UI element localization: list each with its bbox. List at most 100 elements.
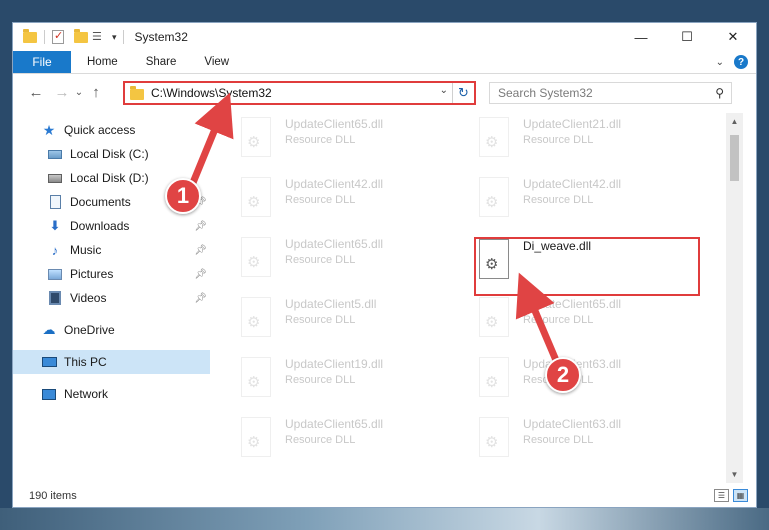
file-type: Resource DLL <box>285 314 356 326</box>
onedrive-icon: ☁ <box>42 322 56 337</box>
maximize-button[interactable]: ☐ <box>664 23 710 51</box>
tab-share[interactable]: Share <box>132 51 191 73</box>
dll-file-icon: ⚙ <box>477 177 511 219</box>
refresh-button[interactable]: ↻ <box>452 83 474 103</box>
vertical-scrollbar[interactable]: ▲ ▼ <box>726 113 743 483</box>
star-icon: ★ <box>42 121 56 138</box>
dll-file-icon: ⚙ <box>477 417 511 459</box>
file-type: Resource DLL <box>523 434 594 446</box>
pictures-icon <box>47 267 63 281</box>
file-item[interactable]: ⚙ UpdateClient5.dll Resource DLL <box>239 297 469 353</box>
scroll-up-icon[interactable]: ▲ <box>726 113 743 130</box>
file-type: Resource DLL <box>285 374 356 386</box>
tab-view[interactable]: View <box>190 51 243 73</box>
tiles-view-icon[interactable]: ▦ <box>733 489 748 502</box>
pin-icon[interactable]: 📌︎ <box>194 293 207 304</box>
music-icon: ♪ <box>51 242 59 258</box>
file-name: UpdateClient19.dll <box>285 357 384 371</box>
toolbar-dropdown-icon[interactable]: ▾ <box>112 32 117 43</box>
divider <box>122 30 124 44</box>
sidebar-item-quick-access[interactable]: ★ Quick access <box>13 118 210 142</box>
sidebar-item-videos[interactable]: Videos 📌︎ <box>13 286 210 310</box>
file-type: Resource DLL <box>523 194 594 206</box>
disk-icon <box>47 147 63 161</box>
file-item[interactable]: ⚙ UpdateClient63.dll Resource DLL <box>477 417 707 473</box>
file-type: Resource DLL <box>285 254 356 266</box>
scroll-down-icon[interactable]: ▼ <box>726 466 743 483</box>
close-button[interactable]: ✕ <box>710 23 756 51</box>
properties-icon[interactable] <box>52 29 64 44</box>
sidebar-item-label: Music <box>70 243 102 257</box>
documents-icon <box>47 195 63 209</box>
sidebar-item-local-disk-c[interactable]: Local Disk (C:) <box>13 142 210 166</box>
sidebar-item-downloads[interactable]: ⬇ Downloads 📌︎ <box>13 214 210 238</box>
dll-file-icon: ⚙ <box>239 417 273 459</box>
new-folder-icon[interactable] <box>74 28 88 43</box>
file-item[interactable]: ⚙ UpdateClient65.dll Resource DLL <box>239 237 469 293</box>
details-view-icon[interactable]: ☰ <box>714 489 729 502</box>
up-button[interactable]: ↑ <box>85 81 107 103</box>
file-item[interactable]: ⚙ UpdateClient65.dll Resource DLL <box>477 297 707 353</box>
sidebar-item-onedrive[interactable]: ☁ OneDrive <box>13 318 210 342</box>
file-name: UpdateClient21.dll <box>523 117 622 131</box>
dll-file-icon: ⚙ <box>239 177 273 219</box>
view-toggle: ☰ ▦ <box>714 489 748 502</box>
address-dropdown-icon[interactable]: ⌄ <box>440 85 448 96</box>
file-item[interactable]: ⚙ UpdateClient42.dll Resource DLL <box>477 177 707 233</box>
sidebar-item-this-pc[interactable]: This PC <box>13 350 210 374</box>
search-placeholder: Search System32 <box>498 86 593 100</box>
sidebar-item-label: Pictures <box>70 267 114 281</box>
sidebar-item-label: Downloads <box>70 219 130 233</box>
file-type: Resource DLL <box>523 134 594 146</box>
search-input[interactable]: Search System32 ⚲ <box>489 82 732 104</box>
navigation-bar: ← → ⌄ ↑ C:\Windows\System32 ⌄ ↻ Search S… <box>13 74 756 110</box>
window-title: System32 <box>134 30 188 44</box>
sidebar-item-network[interactable]: Network <box>13 382 210 406</box>
pin-icon[interactable]: 📌︎ <box>194 245 207 256</box>
dll-file-icon: ⚙ <box>239 357 273 399</box>
customize-toolbar-icon[interactable]: ☰ <box>92 30 106 44</box>
item-count: 190 items <box>29 490 77 502</box>
file-name: UpdateClient65.dll <box>285 237 384 251</box>
recent-locations-icon[interactable]: ⌄ <box>73 81 85 103</box>
pin-icon[interactable]: 📌︎ <box>194 269 207 280</box>
minimize-button[interactable]: — <box>618 23 664 51</box>
this-pc-icon <box>41 355 57 369</box>
status-bar: 190 items ☰ ▦ <box>13 485 756 507</box>
forward-button[interactable]: → <box>51 81 73 103</box>
file-type: Resource DLL <box>285 134 356 146</box>
tab-home[interactable]: Home <box>71 51 132 73</box>
file-item[interactable]: ⚙ UpdateClient65.dll Resource DLL <box>239 117 469 173</box>
sidebar-item-label: This PC <box>64 355 107 369</box>
help-icon[interactable]: ? <box>734 55 748 69</box>
pin-icon[interactable]: 📌︎ <box>194 221 207 232</box>
expand-ribbon-icon[interactable]: ⌄ <box>716 57 724 68</box>
file-item[interactable]: ⚙ UpdateClient42.dll Resource DLL <box>239 177 469 233</box>
title-bar: ☰ ▾ System32 — ☐ ✕ <box>13 23 756 51</box>
tab-file[interactable]: File <box>13 51 71 73</box>
address-bar[interactable]: C:\Windows\System32 ⌄ ↻ <box>123 81 476 105</box>
sidebar-item-label: Quick access <box>64 123 136 137</box>
file-item[interactable]: ⚙ UpdateClient21.dll Resource DLL <box>477 117 707 173</box>
folder-icon <box>130 85 144 100</box>
step-badge-1: 1 <box>165 178 201 214</box>
ribbon-tabs: File Home Share View ⌄ ? <box>13 51 756 74</box>
file-list: ⚙ UpdateClient65.dll Resource DLL ⚙ Updat… <box>213 113 726 483</box>
file-item[interactable]: ⚙ UpdateClient65.dll Resource DLL <box>239 417 469 473</box>
address-text: C:\Windows\System32 <box>151 86 272 100</box>
sidebar-item-pictures[interactable]: Pictures 📌︎ <box>13 262 210 286</box>
window-controls: — ☐ ✕ <box>618 23 756 51</box>
quick-access-toolbar: ☰ ▾ <box>23 28 117 44</box>
sidebar-item-label: Local Disk (C:) <box>70 147 149 161</box>
sidebar-item-label: Documents <box>70 195 131 209</box>
file-item[interactable]: ⚙ UpdateClient19.dll Resource DLL <box>239 357 469 413</box>
file-type: Resource DLL <box>285 194 356 206</box>
sidebar-item-music[interactable]: ♪ Music 📌︎ <box>13 238 210 262</box>
back-button[interactable]: ← <box>25 81 47 103</box>
dll-file-icon: ⚙ <box>239 237 273 279</box>
file-name: UpdateClient65.dll <box>523 297 622 311</box>
file-name: UpdateClient42.dll <box>523 177 622 191</box>
file-item[interactable]: ⚙ UpdateClient63.dllResource DLL <box>477 357 707 413</box>
file-name: UpdateClient63.dll <box>523 417 622 431</box>
scroll-thumb[interactable] <box>730 135 739 181</box>
